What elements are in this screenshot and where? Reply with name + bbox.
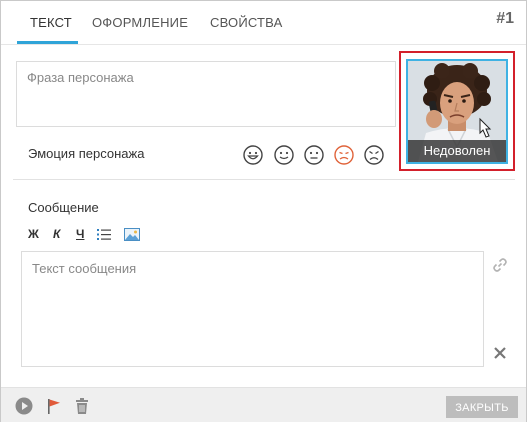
tab-bar: ТЕКСТ ОФОРМЛЕНИЕ СВОЙСТВА #1 (1, 1, 526, 45)
tab-properties[interactable]: СВОЙСТВА (209, 15, 284, 30)
image-icon[interactable] (124, 228, 140, 241)
sad-face-icon[interactable] (333, 144, 355, 166)
slide-number: #1 (496, 10, 514, 27)
dialog-window: ТЕКСТ ОФОРМЛЕНИЕ СВОЙСТВА #1 Фраза персо… (0, 0, 527, 422)
bold-button[interactable]: Ж (28, 227, 39, 241)
character-picker[interactable]: Недоволен (406, 59, 508, 164)
section-divider (13, 179, 515, 180)
footer-bar: ЗАКРЫТЬ (1, 387, 526, 422)
character-phrase-input[interactable]: Фраза персонажа (16, 61, 396, 127)
underline-button[interactable]: Ч (76, 227, 84, 241)
link-icon[interactable] (491, 256, 509, 274)
message-input[interactable]: Текст сообщения (21, 251, 484, 367)
message-label: Сообщение (28, 200, 99, 215)
close-button[interactable]: ЗАКРЫТЬ (446, 396, 518, 418)
neutral-face-icon[interactable] (303, 144, 325, 166)
emotion-label: Эмоция персонажа (28, 146, 145, 161)
character-emotion-caption: Недоволен (408, 140, 506, 162)
play-icon[interactable] (15, 397, 33, 415)
smile-face-icon[interactable] (273, 144, 295, 166)
tab-text[interactable]: ТЕКСТ (29, 15, 73, 30)
italic-button[interactable]: К (53, 227, 60, 241)
flag-icon[interactable] (45, 397, 63, 415)
angry-face-icon[interactable] (363, 144, 385, 166)
active-tab-indicator (17, 41, 78, 44)
list-icon[interactable] (97, 228, 111, 241)
tab-design[interactable]: ОФОРМЛЕНИЕ (91, 15, 189, 30)
clear-icon[interactable] (493, 346, 507, 360)
trash-icon[interactable] (73, 397, 91, 415)
happy-face-icon[interactable] (242, 144, 264, 166)
